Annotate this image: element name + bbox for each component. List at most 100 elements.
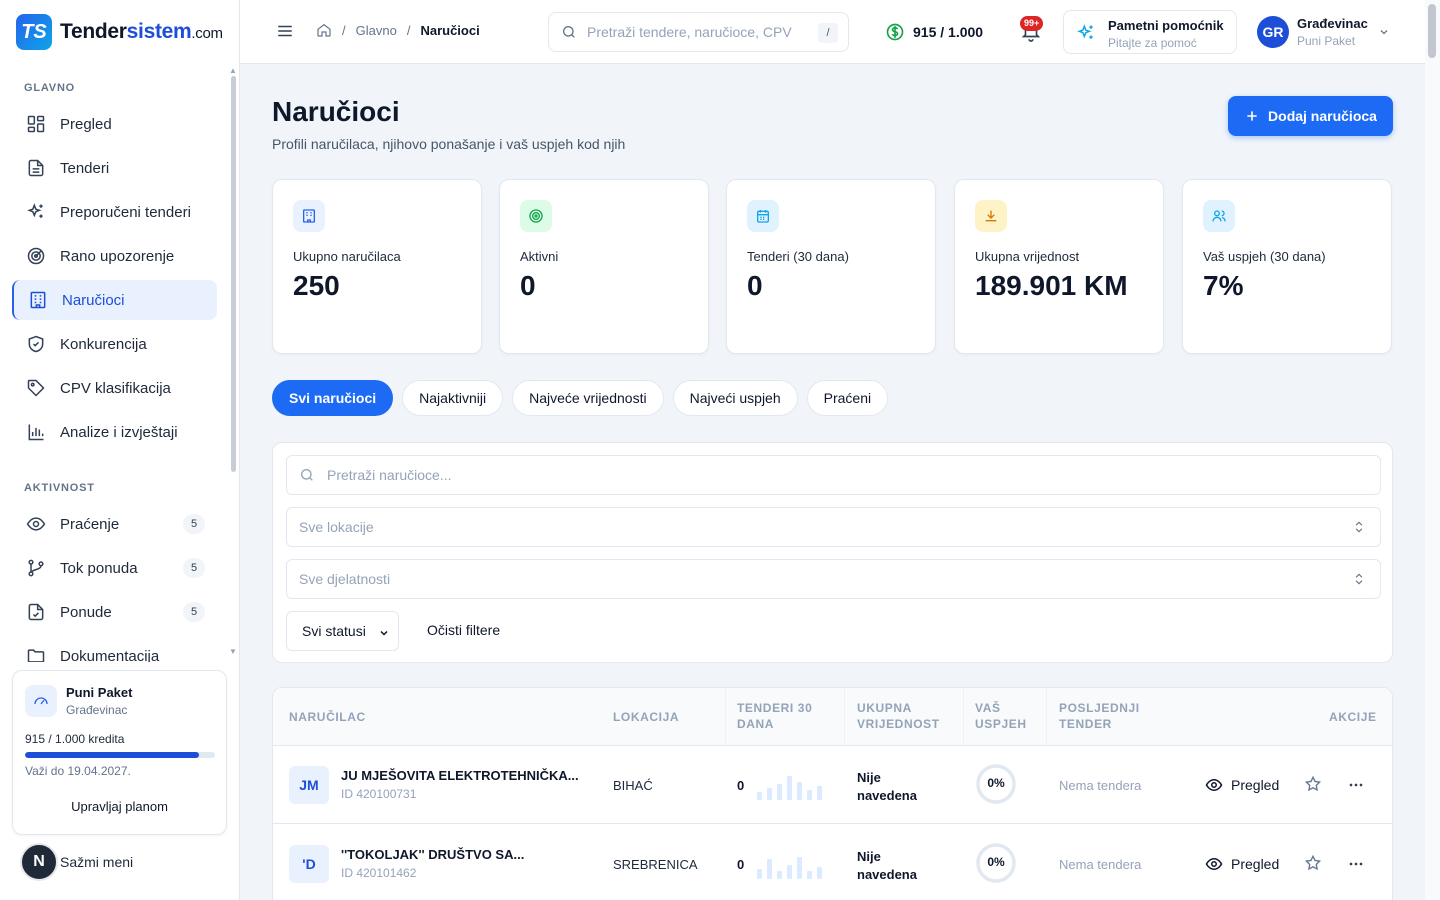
- smart-assistant-button[interactable]: Pametni pomoćnik Pitajte za pomoć: [1063, 10, 1237, 54]
- assistant-title: Pametni pomoćnik: [1108, 18, 1224, 33]
- tab-largest-values[interactable]: Najveće vrijednosti: [512, 380, 664, 416]
- user-avatar[interactable]: GR: [1257, 16, 1289, 48]
- stat-value: 250: [293, 270, 340, 301]
- more-horizontal-icon[interactable]: [1346, 775, 1366, 795]
- gauge-icon: [25, 685, 57, 717]
- buyer-name[interactable]: ''TOKOLJAK'' DRUŠTVO SA...: [341, 847, 586, 862]
- sidebar-item-rano-upozorenje[interactable]: Rano upozorenje: [12, 236, 217, 276]
- sidebar-scroll-up-icon[interactable]: ▲: [229, 66, 237, 75]
- sidebar-item-cpv[interactable]: CPV klasifikacija: [12, 368, 217, 408]
- sidebar-item-tenderi[interactable]: Tenderi: [12, 148, 217, 188]
- success-percent: 0%: [987, 776, 1005, 790]
- count-badge: 5: [183, 514, 205, 534]
- sidebar-item-konkurencija[interactable]: Konkurencija: [12, 324, 217, 364]
- view-button[interactable]: Pregled: [1205, 776, 1279, 794]
- sidebar: TS Tendersistem.com GLAVNO Pregled Tende…: [0, 0, 240, 900]
- section-label-main: GLAVNO: [24, 82, 76, 94]
- buyer-search-input[interactable]: Pretraži naručioce...: [286, 455, 1381, 495]
- table-row[interactable]: JM JU MJEŠOVITA ELEKTROTEHNIČKA... ID 42…: [273, 746, 1392, 824]
- manage-plan-button[interactable]: Upravljaj planom: [13, 799, 226, 814]
- credits-progress-bar: [25, 752, 215, 758]
- user-plan: Puni Paket: [1297, 34, 1356, 48]
- column-header-location[interactable]: LOKACIJA: [613, 709, 679, 725]
- stat-card-total: Ukupno naručilaca 250: [272, 179, 482, 354]
- download-icon: [975, 200, 1007, 232]
- search-icon: [301, 469, 313, 481]
- collapse-menu-button[interactable]: N Sažmi meni: [20, 843, 133, 881]
- clear-filters-button[interactable]: Očisti filtere: [427, 622, 500, 638]
- avatar[interactable]: N: [20, 843, 58, 881]
- brand-name: Tendersistem.com: [60, 20, 223, 43]
- sidebar-item-dokumentacija[interactable]: Dokumentacija: [12, 636, 217, 662]
- sidebar-scrollbar[interactable]: [231, 76, 236, 472]
- sidebar-item-preporuceni[interactable]: Preporučeni tenderi: [12, 192, 217, 232]
- column-divider: [725, 688, 726, 746]
- sidebar-item-narucioci[interactable]: Naručioci: [12, 280, 217, 320]
- sidebar-item-label: Konkurencija: [60, 335, 147, 353]
- stat-card-total-value: Ukupna vrijednost 189.901 KM: [954, 179, 1164, 354]
- buyer-avatar: 'D: [289, 845, 329, 883]
- eye-icon: [26, 517, 46, 531]
- chevron-down-icon[interactable]: [1378, 26, 1390, 38]
- buyer-name[interactable]: JU MJEŠOVITA ELEKTROTEHNIČKA...: [341, 768, 586, 783]
- page-scrollbar-track[interactable]: [1425, 0, 1440, 900]
- column-header-buyer[interactable]: NARUČILAC: [289, 709, 366, 725]
- top-header: / Glavno / Naručioci Pretraži tendere, n…: [240, 0, 1425, 64]
- star-icon[interactable]: [1304, 854, 1322, 872]
- page-scrollbar-thumb[interactable]: [1428, 4, 1436, 58]
- menu-icon[interactable]: [276, 22, 294, 40]
- tab-best-success[interactable]: Najveći uspjeh: [672, 380, 798, 416]
- plan-title: Puni Paket: [66, 685, 133, 700]
- sidebar-item-analize[interactable]: Analize i izvještaji: [12, 412, 217, 452]
- tenders-count: 0: [737, 778, 745, 793]
- building-icon: [30, 291, 46, 309]
- eye-icon: [1205, 778, 1223, 792]
- sparkline-icon: [757, 857, 822, 879]
- location-select-value: Sve lokacije: [299, 519, 374, 535]
- sidebar-scroll-down-icon[interactable]: ▼: [229, 647, 237, 656]
- add-buyer-label: Dodaj naručioca: [1268, 108, 1377, 124]
- sidebar-item-pregled[interactable]: Pregled: [12, 104, 217, 144]
- filters-panel: Pretraži naručioce... Sve lokacije Sve d…: [272, 442, 1393, 663]
- status-select[interactable]: Svi statusi: [286, 611, 399, 651]
- home-icon[interactable]: [316, 22, 332, 38]
- column-header-tenders[interactable]: TENDERI 30 DANA: [737, 700, 812, 732]
- column-divider: [963, 688, 964, 746]
- brand-logo[interactable]: TS Tendersistem.com: [16, 14, 223, 50]
- tab-followed[interactable]: Praćeni: [806, 380, 889, 416]
- star-icon[interactable]: [1304, 775, 1322, 793]
- assistant-subtitle: Pitajte za pomoć: [1108, 36, 1197, 50]
- credits-indicator[interactable]: 915 / 1.000: [885, 22, 983, 42]
- tab-all-buyers[interactable]: Svi naručioci: [272, 380, 394, 416]
- sidebar-item-label: Pregled: [60, 115, 112, 133]
- buyers-table: NARUČILAC LOKACIJA TENDERI 30 DANA UKUPNA…: [272, 687, 1393, 900]
- sidebar-item-label: Rano upozorenje: [60, 247, 175, 265]
- last-tender: Nema tendera: [1059, 857, 1142, 872]
- activity-select[interactable]: Sve djelatnosti: [286, 559, 1381, 599]
- column-divider: [1046, 688, 1047, 746]
- credits-progress-fill: [25, 752, 199, 758]
- breadcrumb-current: Naručioci: [420, 22, 480, 38]
- column-header-last-tender[interactable]: POSLJEDNJI TENDER: [1059, 700, 1140, 732]
- column-header-success[interactable]: VAŠ USPJEH: [975, 700, 1027, 732]
- user-name[interactable]: Građevinac: [1297, 16, 1368, 31]
- sidebar-item-tok-ponuda[interactable]: Tok ponuda 5: [12, 548, 217, 588]
- plan-company: Građevinac: [66, 703, 128, 717]
- table-row[interactable]: 'D ''TOKOLJAK'' DRUŠTVO SA... ID 4201014…: [273, 825, 1392, 900]
- sidebar-item-ponude[interactable]: Ponude 5: [12, 592, 217, 632]
- stat-label: Aktivni: [520, 249, 559, 264]
- location-select[interactable]: Sve lokacije: [286, 507, 1381, 547]
- sidebar-item-pracenje[interactable]: Praćenje 5: [12, 504, 217, 544]
- sparkles-icon: [1077, 24, 1093, 39]
- breadcrumb-root[interactable]: Glavno: [356, 23, 397, 38]
- more-horizontal-icon[interactable]: [1346, 854, 1366, 874]
- total-value: Nije navedena: [857, 849, 917, 882]
- view-button[interactable]: Pregled: [1205, 855, 1279, 873]
- global-search-input[interactable]: Pretraži tendere, naručioce, CPV /: [548, 12, 849, 52]
- stat-card-tenders-30d: Tenderi (30 dana) 0: [726, 179, 936, 354]
- sidebar-item-label: Analize i izvještaji: [60, 423, 178, 441]
- add-buyer-button[interactable]: Dodaj naručioca: [1228, 96, 1393, 136]
- tab-most-active[interactable]: Najaktivniji: [402, 380, 504, 416]
- sidebar-item-label: Dokumentacija: [60, 647, 160, 663]
- column-header-value[interactable]: UKUPNA VRIJEDNOST: [857, 700, 940, 732]
